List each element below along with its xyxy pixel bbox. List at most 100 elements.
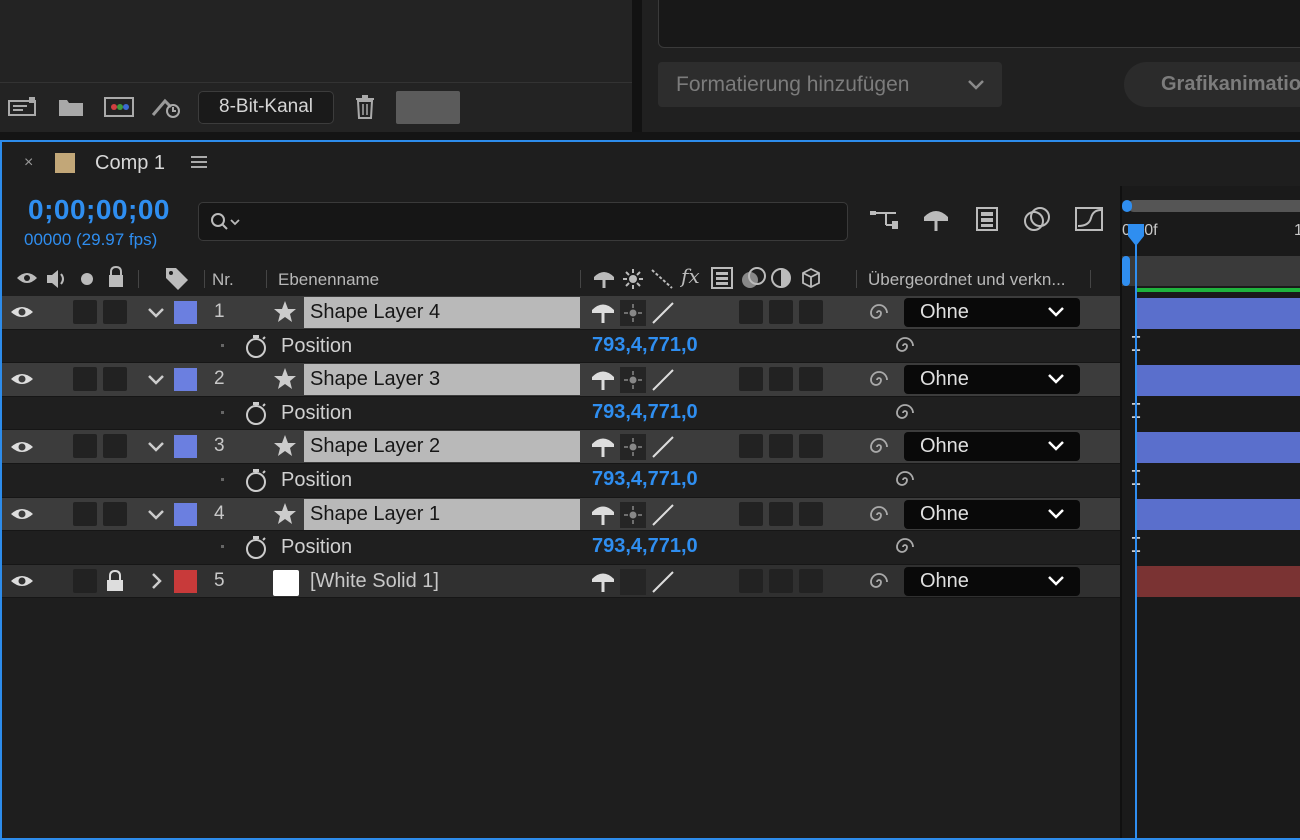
quality-switch-icon[interactable] xyxy=(650,569,676,600)
interpret-footage-icon[interactable] xyxy=(6,92,40,122)
property-pick-whip-icon[interactable] xyxy=(892,401,918,430)
panel-menu-icon[interactable] xyxy=(190,154,208,175)
collapse-switch-icon[interactable] xyxy=(620,501,646,528)
lock-switch[interactable] xyxy=(103,367,127,392)
adjustment-layer-icon[interactable] xyxy=(770,267,792,294)
frame-blend-switch[interactable] xyxy=(769,501,793,526)
layer-duration-bar[interactable] xyxy=(1136,432,1300,463)
layer-name[interactable]: Shape Layer 3 xyxy=(304,364,580,396)
solo-switch[interactable] xyxy=(73,367,97,392)
solo-switch[interactable] xyxy=(73,501,97,526)
layer-label-color[interactable] xyxy=(174,368,197,392)
new-composition-icon[interactable] xyxy=(102,92,136,122)
visibility-eye-icon[interactable] xyxy=(10,296,34,329)
parent-dropdown[interactable]: Ohne xyxy=(904,365,1080,395)
parent-dropdown[interactable]: Ohne xyxy=(904,298,1080,327)
position-value[interactable]: 793,4,771,0 xyxy=(592,401,698,424)
tab-title[interactable]: Comp 1 xyxy=(95,152,165,175)
work-area-start-handle[interactable] xyxy=(1122,256,1130,286)
motion-blur-column-icon[interactable] xyxy=(740,266,768,295)
composition-flowchart-icon[interactable] xyxy=(868,202,902,236)
property-row[interactable]: Position 793,4,771,0 xyxy=(2,531,1120,565)
3d-layer-icon[interactable] xyxy=(800,267,822,294)
solo-switch[interactable] xyxy=(73,300,97,324)
stopwatch-icon[interactable] xyxy=(243,333,269,364)
current-time[interactable]: 0;00;00;00 xyxy=(28,194,170,226)
quality-switch-icon[interactable] xyxy=(650,502,676,533)
collapse-switch-icon[interactable] xyxy=(620,434,646,461)
parent-pick-whip-icon[interactable] xyxy=(866,570,892,599)
quality-switch-icon[interactable] xyxy=(650,300,676,331)
current-time-indicator-head[interactable] xyxy=(1126,224,1146,253)
visibility-eye-icon[interactable] xyxy=(10,565,34,598)
lock-icon[interactable] xyxy=(103,569,127,598)
shy-switch-icon[interactable] xyxy=(590,366,616,397)
new-folder-icon[interactable] xyxy=(54,92,88,122)
layer-row[interactable]: 5 [White Solid 1] Ohne xyxy=(2,564,1120,600)
panel-divider[interactable] xyxy=(632,0,642,132)
layer-name[interactable]: Shape Layer 2 xyxy=(304,431,580,463)
expand-chevron-icon[interactable] xyxy=(146,571,166,596)
expand-chevron-icon[interactable] xyxy=(146,436,166,461)
property-pick-whip-icon[interactable] xyxy=(892,468,918,497)
delete-icon[interactable] xyxy=(348,92,382,122)
motion-blur-switch[interactable] xyxy=(799,568,823,593)
collapse-transform-icon[interactable] xyxy=(622,268,644,295)
solo-switch[interactable] xyxy=(73,568,97,593)
expand-chevron-icon[interactable] xyxy=(146,302,166,327)
frame-blend-column-icon[interactable] xyxy=(710,266,734,295)
position-value[interactable]: 793,4,771,0 xyxy=(592,535,698,558)
layer-name[interactable]: Shape Layer 1 xyxy=(304,498,580,530)
quality-switch-icon[interactable] xyxy=(650,434,676,465)
frame-blend-switch[interactable] xyxy=(769,367,793,392)
parent-column-header[interactable]: Übergeordnet und verkn... xyxy=(868,270,1066,290)
layer-label-color[interactable] xyxy=(174,569,197,593)
audio-icon[interactable] xyxy=(44,268,70,295)
parent-dropdown[interactable]: Ohne xyxy=(904,432,1080,462)
parent-pick-whip-icon[interactable] xyxy=(866,301,892,330)
effects-switch[interactable] xyxy=(739,434,763,459)
position-value[interactable]: 793,4,771,0 xyxy=(592,334,698,357)
frame-blend-switch[interactable] xyxy=(769,568,793,593)
expand-chevron-icon[interactable] xyxy=(146,369,166,394)
layer-duration-bar[interactable] xyxy=(1136,499,1300,530)
effects-switch[interactable] xyxy=(739,501,763,526)
motion-blur-switch[interactable] xyxy=(799,501,823,526)
motion-blur-switch[interactable] xyxy=(799,367,823,392)
expand-chevron-icon[interactable] xyxy=(146,504,166,529)
stopwatch-icon[interactable] xyxy=(243,534,269,565)
close-tab-icon[interactable]: × xyxy=(24,154,33,172)
add-formatting-dropdown[interactable]: Formatierung hinzufügen xyxy=(658,62,1002,107)
frame-blend-switch[interactable] xyxy=(769,434,793,459)
text-area[interactable] xyxy=(658,0,1300,48)
stopwatch-icon[interactable] xyxy=(243,467,269,498)
shy-switch-icon[interactable] xyxy=(590,299,616,330)
effects-fx-icon[interactable]: fx xyxy=(679,264,706,294)
parent-pick-whip-icon[interactable] xyxy=(866,503,892,532)
av-features-eye-icon[interactable] xyxy=(16,270,38,291)
frame-blending-icon[interactable] xyxy=(970,202,1004,236)
work-area-bar[interactable] xyxy=(1122,256,1300,286)
collapse-switch-icon[interactable] xyxy=(620,300,646,326)
lock-switch[interactable] xyxy=(103,300,127,324)
shy-switch-icon[interactable] xyxy=(590,501,616,532)
label-tag-icon[interactable] xyxy=(164,266,190,295)
shy-column-icon[interactable] xyxy=(592,267,616,294)
lock-switch[interactable] xyxy=(103,501,127,526)
nr-column-header[interactable]: Nr. xyxy=(212,270,234,290)
time-navigator[interactable] xyxy=(1128,200,1300,212)
parent-dropdown[interactable]: Ohne xyxy=(904,499,1080,529)
layer-search-input[interactable] xyxy=(198,202,848,241)
parent-dropdown[interactable]: Ohne xyxy=(904,566,1080,596)
quality-switch-icon[interactable] xyxy=(650,367,676,398)
layer-duration-bar[interactable] xyxy=(1136,298,1300,329)
solo-icon[interactable] xyxy=(80,272,94,291)
stopwatch-icon[interactable] xyxy=(243,400,269,431)
parent-pick-whip-icon[interactable] xyxy=(866,368,892,397)
property-pick-whip-icon[interactable] xyxy=(892,535,918,564)
layer-name-column-header[interactable]: Ebenenname xyxy=(278,270,379,290)
layer-label-color[interactable] xyxy=(174,502,197,526)
graph-editor-icon[interactable] xyxy=(1072,202,1106,236)
quality-icon[interactable] xyxy=(650,268,674,295)
time-navigator-start-handle[interactable] xyxy=(1122,200,1132,212)
